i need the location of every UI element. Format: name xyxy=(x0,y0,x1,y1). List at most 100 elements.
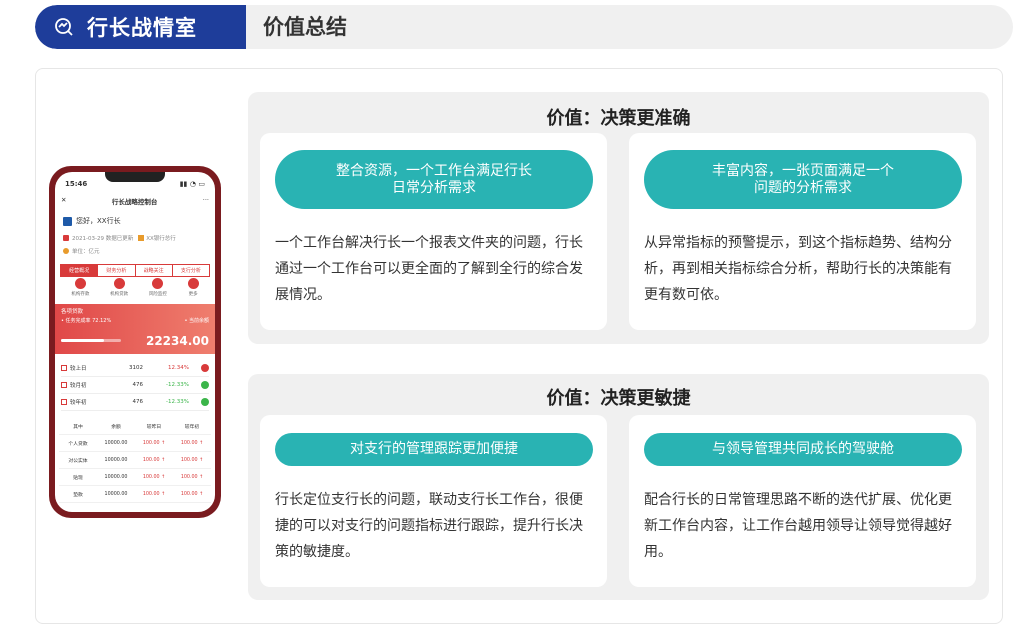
desc-enrich: 从异常指标的预警提示，到这个指标趋势、结构分析，再到相关指标综合分析，帮助行长的… xyxy=(644,235,952,303)
card-track: 对支行的管理跟踪更加便捷 行长定位支行长的问题，联动支行长工作台，很便捷的可以对… xyxy=(260,415,607,587)
table-header-cell: 较昨日 xyxy=(146,424,162,430)
trend-icon xyxy=(201,364,209,372)
table-cell: 对公实体 xyxy=(68,458,88,464)
table-cell: 贴现 xyxy=(73,475,83,481)
shortcut-more[interactable]: 更多 xyxy=(187,278,199,297)
greeting-text: 您好，XX行长 xyxy=(76,217,121,225)
table-header-cell: 较年初 xyxy=(184,424,200,430)
coin-icon xyxy=(63,248,69,254)
card-enrich: 丰富内容，一张页面满足一个 问题的分析需求 从异常指标的预警提示，到这个指标趋势… xyxy=(629,133,976,330)
branch-text: XX银行总行 xyxy=(146,236,176,242)
page-title: 价值总结 xyxy=(263,15,347,39)
bank-icon xyxy=(138,235,145,241)
shield-icon xyxy=(152,278,164,289)
row-value: 3102 xyxy=(129,365,143,371)
desc-integrate: 一个工作台解决行长一个报表文件夹的问题，行长通过一个工作台可以更全面的了解到全行… xyxy=(275,235,583,303)
update-info: 2021-03-29 数据已更新 XX银行总行 xyxy=(63,234,176,242)
card-cockpit: 与领导管理共同成长的驾驶舱 配合行长的日常管理思路不断的迭代扩展、优化更新工作台… xyxy=(629,415,976,587)
tab-branch[interactable]: 支行分析 xyxy=(173,265,209,276)
card-integrate: 整合资源，一个工作台满足行长 日常分析需求 一个工作台解决行长一个报表文件夹的问… xyxy=(260,133,607,330)
unit-text: 单位：亿元 xyxy=(72,249,100,255)
table-row[interactable]: 对公实体 10000.00 100.00 ↑ 100.00 ↑ xyxy=(59,452,211,469)
unit-info: 单位：亿元 xyxy=(63,247,100,255)
desc-cockpit: 配合行长的日常管理思路不断的迭代扩展、优化更新工作台内容，让工作台越用领导让领导… xyxy=(644,492,952,560)
table-header: 其中 余额 较昨日 较年初 xyxy=(59,418,211,435)
pill-track: 对支行的管理跟踪更加便捷 xyxy=(275,433,593,466)
table-cell: 10000.00 xyxy=(104,474,128,480)
table-cell: 10000.00 xyxy=(104,491,128,497)
table-cell: 垫款 xyxy=(73,492,83,498)
tab-overview[interactable]: 经营概况 xyxy=(61,265,99,276)
row-change: -12.33% xyxy=(166,382,189,388)
table-row[interactable]: 贴现 10000.00 100.00 ↑ 100.00 ↑ xyxy=(59,469,211,486)
loan-table: 其中 余额 较昨日 较年初个人贷款 10000.00 100.00 ↑ 100.00 ↑ 对公… xyxy=(59,418,211,503)
table-cell: 100.00 ↑ xyxy=(142,440,166,446)
panel-agile: 价值：决策更敏捷 对支行的管理跟踪更加便捷 行长定位支行长的问题，联动支行长工作… xyxy=(248,374,989,600)
close-icon[interactable]: ✕ xyxy=(61,196,66,206)
panel-accurate: 价值：决策更准确 整合资源，一个工作台满足行长 日常分析需求 一个工作台解决行长… xyxy=(248,92,989,344)
status-time: 15:46 xyxy=(65,180,88,188)
change-row[interactable]: 较月初 476 -12.33% xyxy=(61,377,209,394)
table-cell: 10000.00 xyxy=(104,457,128,463)
calendar-icon xyxy=(63,235,69,241)
trend-icon xyxy=(201,381,209,389)
shortcut-deposit[interactable]: 机构存款 xyxy=(71,278,89,297)
calendar-icon xyxy=(61,382,67,388)
row-value: 476 xyxy=(132,399,144,405)
row-label: 较月初 xyxy=(70,383,87,389)
table-cell: 100.00 ↑ xyxy=(142,474,166,480)
signal-icon: ▮▮ ◔ ▭ xyxy=(179,180,205,188)
analytics-icon xyxy=(53,16,75,38)
header-bar: 行长战情室 价值总结 xyxy=(35,5,1013,49)
table-header-cell: 其中 xyxy=(73,424,83,430)
shortcut-icons: 机构存款 机构贷款 风险监控 更多 xyxy=(61,278,209,297)
phone-screen: 15:46 ▮▮ ◔ ▭ ✕ 行长战略控制台 ··· 您好，XX行长 2021-… xyxy=(55,172,215,512)
money-bag-icon xyxy=(74,278,86,289)
change-row[interactable]: 较上日 3102 12.34% xyxy=(61,360,209,377)
table-cell: 100.00 ↑ xyxy=(180,491,204,497)
table-cell: 10000.00 xyxy=(104,440,128,446)
phone-tabs: 经营概况 财务分析 战略关注 支行分析 xyxy=(60,264,210,277)
wallet-icon xyxy=(113,278,125,289)
trend-icon xyxy=(201,398,209,406)
update-text: 2021-03-29 数据已更新 xyxy=(72,236,134,242)
change-row[interactable]: 较年初 476 -12.33% xyxy=(61,394,209,411)
row-value: 476 xyxy=(132,382,144,388)
table-header-cell: 余额 xyxy=(111,424,121,430)
app-bar: ✕ 行长战略控制台 ··· xyxy=(61,196,209,206)
calendar-icon xyxy=(61,365,67,371)
greeting: 您好，XX行长 xyxy=(63,216,121,226)
brand-block[interactable]: 行长战情室 xyxy=(35,5,246,49)
pill-cockpit: 与领导管理共同成长的驾驶舱 xyxy=(644,433,962,466)
change-rows: 较上日 3102 12.34% 较月初 476 -12.33% 较年初 476 -12.33% xyxy=(61,360,209,411)
row-change: -12.33% xyxy=(166,399,189,405)
banner-title: 各项贷款 xyxy=(61,309,84,315)
brand-title: 行长战情室 xyxy=(87,16,197,40)
pill-enrich: 丰富内容，一张页面满足一个 问题的分析需求 xyxy=(644,150,962,209)
more-icon[interactable]: ··· xyxy=(203,196,209,206)
ellipsis-icon xyxy=(187,278,199,289)
tab-finance[interactable]: 财务分析 xyxy=(98,265,136,276)
row-change: 12.34% xyxy=(168,365,189,371)
table-cell: 100.00 ↑ xyxy=(180,474,204,480)
desc-track: 行长定位支行长的问题，联动支行长工作台，很便捷的可以对支行的问题指标进行跟踪，提… xyxy=(275,492,583,560)
row-label: 较上日 xyxy=(70,366,87,372)
table-cell: 100.00 ↑ xyxy=(180,440,204,446)
table-cell: 100.00 ↑ xyxy=(142,491,166,497)
status-bar: 15:46 ▮▮ ◔ ▭ xyxy=(65,180,205,188)
shortcut-risk[interactable]: 风险监控 xyxy=(149,278,167,297)
table-cell: 个人贷款 xyxy=(68,441,88,447)
app-title: 行长战略控制台 xyxy=(111,198,158,206)
tab-strategy[interactable]: 战略关注 xyxy=(136,265,173,276)
row-label: 较年初 xyxy=(70,400,87,406)
user-icon xyxy=(63,216,72,226)
pill-integrate: 整合资源，一个工作台满足行长 日常分析需求 xyxy=(275,150,593,209)
panel-title-accurate: 价值：决策更准确 xyxy=(546,108,691,129)
banner-meta: • 任务完成率 72.12% • 当前余额 xyxy=(61,318,209,324)
table-row[interactable]: 个人贷款 10000.00 100.00 ↑ 100.00 ↑ xyxy=(59,435,211,452)
phone-mockup: 15:46 ▮▮ ◔ ▭ ✕ 行长战略控制台 ··· 您好，XX行长 2021-… xyxy=(49,166,221,518)
loan-banner[interactable]: 各项贷款 • 任务完成率 72.12% • 当前余额 22234.00 xyxy=(55,304,215,354)
table-row[interactable]: 垫款 10000.00 100.00 ↑ 100.00 ↑ xyxy=(59,486,211,503)
banner-value: 22234.00 xyxy=(145,334,209,348)
shortcut-loan[interactable]: 机构贷款 xyxy=(110,278,128,297)
